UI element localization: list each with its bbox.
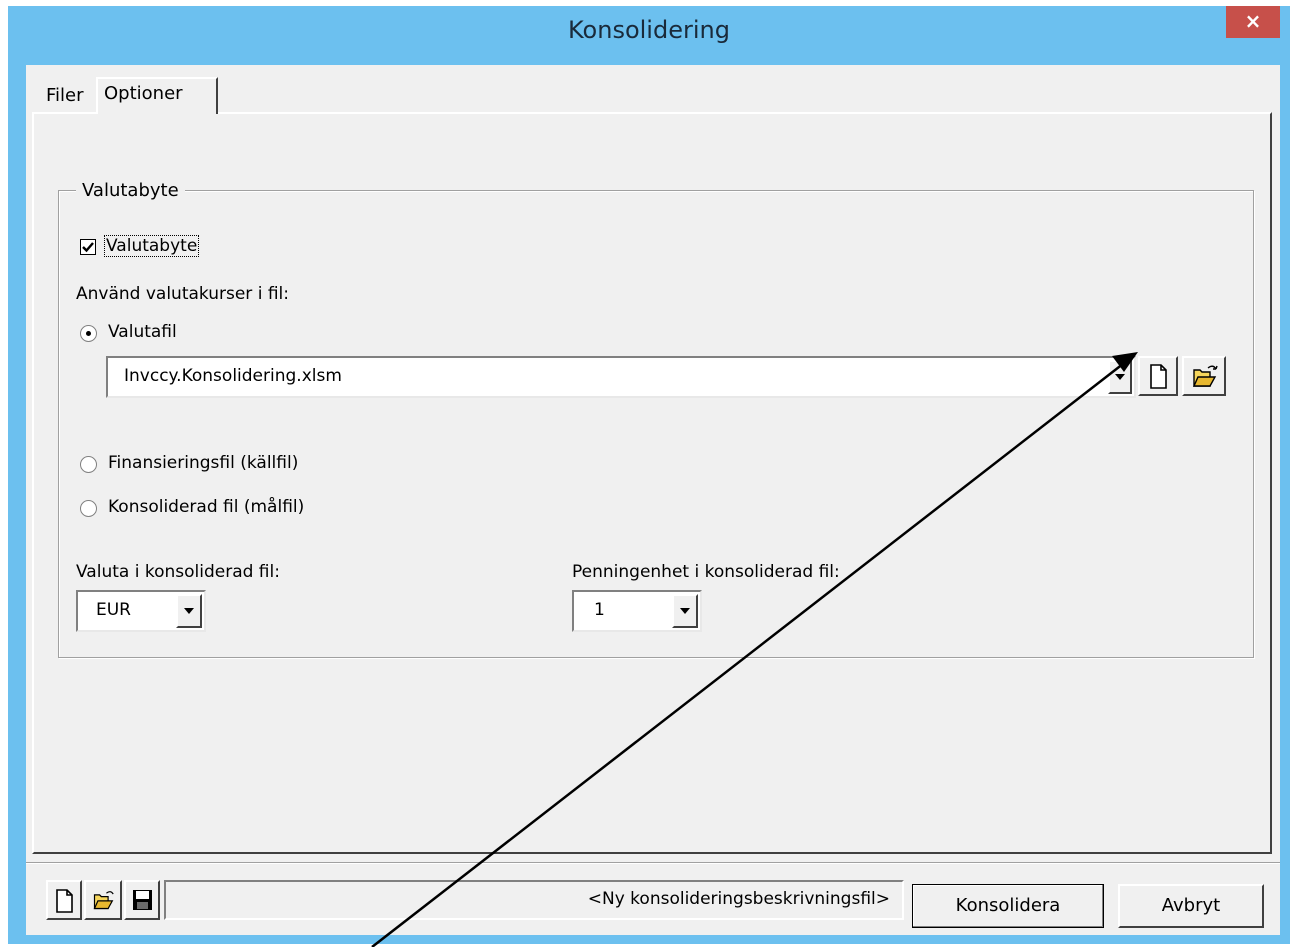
annotation-arrow [371, 352, 1138, 947]
tab-optioner[interactable]: Optioner [96, 77, 218, 114]
